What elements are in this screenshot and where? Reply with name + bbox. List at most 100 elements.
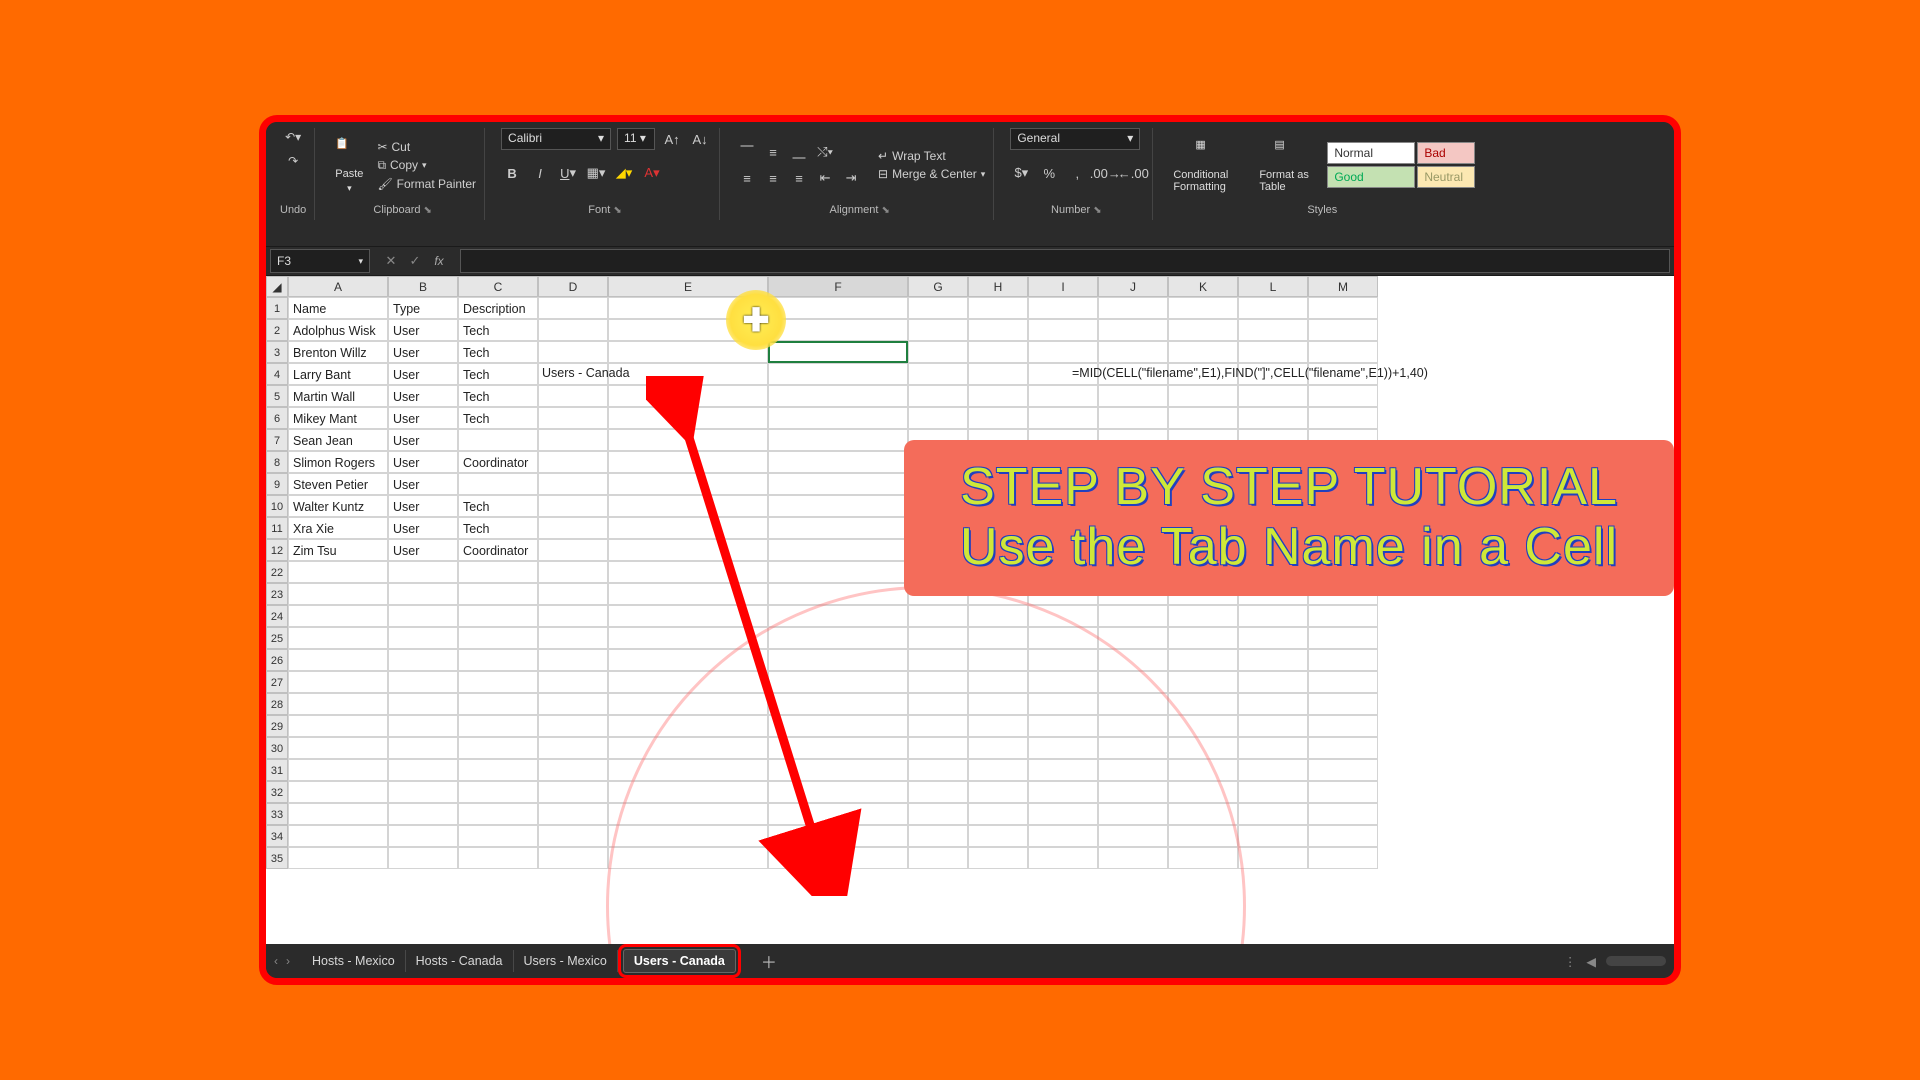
cell[interactable] [288,561,388,583]
cell[interactable] [288,627,388,649]
row-header[interactable]: 32 [266,781,288,803]
cell[interactable] [538,825,608,847]
cell[interactable]: User [388,407,458,429]
cell[interactable] [908,737,968,759]
cell[interactable] [1238,847,1308,869]
dialog-launcher-icon[interactable]: ⬊ [424,205,434,216]
cell[interactable] [1238,407,1308,429]
row-header[interactable]: 33 [266,803,288,825]
cell[interactable]: Larry Bant [288,363,388,385]
cell[interactable] [1098,671,1168,693]
cell[interactable] [388,627,458,649]
cell[interactable] [908,671,968,693]
cell[interactable] [968,671,1028,693]
cell[interactable] [1238,671,1308,693]
cut-button[interactable]: ✂ Cut [377,140,476,154]
bold-button[interactable]: B [501,162,523,184]
cell[interactable] [768,407,908,429]
row-header[interactable]: 5 [266,385,288,407]
cell[interactable] [908,627,968,649]
cell[interactable] [1168,781,1238,803]
cell[interactable]: User [388,517,458,539]
cell[interactable] [1308,847,1378,869]
cell[interactable] [288,671,388,693]
cell[interactable] [1028,649,1098,671]
cell[interactable] [768,429,908,451]
cell[interactable] [968,363,1028,385]
cell[interactable] [1098,803,1168,825]
cell[interactable] [768,297,908,319]
cell[interactable] [908,605,968,627]
cell[interactable] [538,473,608,495]
cell[interactable] [538,737,608,759]
cell[interactable] [1028,693,1098,715]
cell[interactable] [608,539,768,561]
cell[interactable] [608,627,768,649]
cell[interactable] [1238,319,1308,341]
increase-font-icon[interactable]: A↑ [661,128,683,150]
cell[interactable] [908,759,968,781]
cell[interactable] [1028,737,1098,759]
cell[interactable] [288,759,388,781]
cell[interactable] [288,693,388,715]
cell[interactable] [538,605,608,627]
cell[interactable] [768,825,908,847]
cell[interactable] [608,715,768,737]
cell[interactable] [288,825,388,847]
cell[interactable] [538,583,608,605]
decrease-decimal-button[interactable]: ←.00 [1122,162,1144,184]
cell[interactable]: Xra Xie [288,517,388,539]
cell[interactable] [458,737,538,759]
cell[interactable] [1028,319,1098,341]
cell[interactable] [1308,693,1378,715]
align-center-icon[interactable]: ≡ [762,167,784,189]
cell[interactable]: User [388,385,458,407]
column-header-K[interactable]: K [1168,276,1238,297]
cell[interactable] [1168,297,1238,319]
cell[interactable] [388,715,458,737]
cell[interactable] [608,561,768,583]
row-header[interactable]: 2 [266,319,288,341]
cell[interactable] [538,693,608,715]
cell[interactable] [768,737,908,759]
cell[interactable] [968,759,1028,781]
cell[interactable] [1168,649,1238,671]
cell[interactable] [1098,825,1168,847]
row-header[interactable]: 7 [266,429,288,451]
style-neutral[interactable]: Neutral [1417,166,1475,188]
merge-center-button[interactable]: ⊟ Merge & Center ▾ [878,167,985,181]
column-header-F[interactable]: F [768,276,908,297]
accept-formula-icon[interactable]: ✓ [404,250,426,272]
cell[interactable] [608,759,768,781]
cell[interactable] [538,451,608,473]
cell[interactable] [908,803,968,825]
italic-button[interactable]: I [529,162,551,184]
column-header-C[interactable]: C [458,276,538,297]
cell[interactable] [458,781,538,803]
cell[interactable] [768,495,908,517]
column-header-G[interactable]: G [908,276,968,297]
cell[interactable] [1098,759,1168,781]
cell[interactable]: Tech [458,385,538,407]
cell[interactable] [608,803,768,825]
cell[interactable] [768,847,908,869]
name-box[interactable]: F3 ▾ [270,249,370,273]
cell[interactable]: Tech [458,319,538,341]
sheet-tab[interactable]: Users - Canada [623,949,736,973]
cell[interactable]: Adolphus Wisk [288,319,388,341]
cell[interactable] [1308,649,1378,671]
cell[interactable] [908,649,968,671]
align-left-icon[interactable]: ≡ [736,167,758,189]
cell[interactable] [768,539,908,561]
cell[interactable] [608,407,768,429]
column-header-L[interactable]: L [1238,276,1308,297]
cell[interactable] [388,561,458,583]
cancel-formula-icon[interactable]: ✕ [380,250,402,272]
cell[interactable] [288,605,388,627]
style-good[interactable]: Good [1327,166,1415,188]
cell[interactable]: User [388,473,458,495]
cell[interactable] [768,627,908,649]
align-bottom-icon[interactable]: ⎽ [788,141,810,163]
cell[interactable] [608,473,768,495]
cell[interactable] [1308,803,1378,825]
